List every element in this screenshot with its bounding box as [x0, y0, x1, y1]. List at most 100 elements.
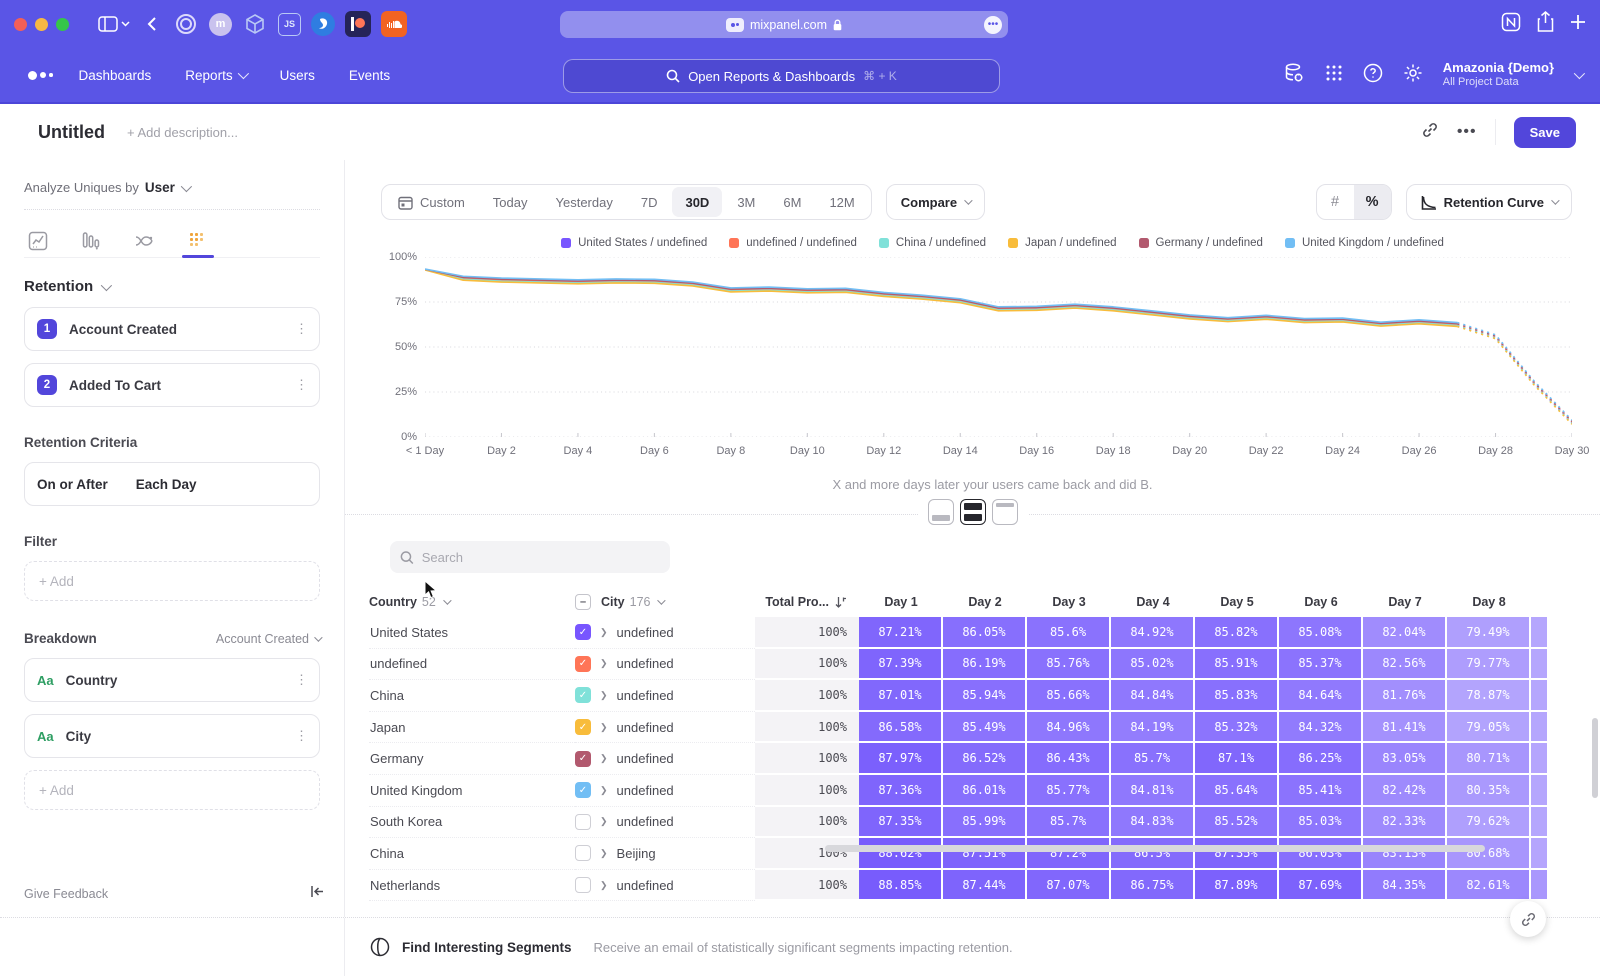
- day-5-cell[interactable]: 85.91%: [1195, 649, 1279, 681]
- day-header-5[interactable]: Day 5: [1195, 587, 1279, 617]
- day-4-cell[interactable]: 86.5%: [1111, 838, 1195, 870]
- expand-chevron-icon[interactable]: ❯: [600, 753, 608, 764]
- day-6-cell[interactable]: 84.64%: [1279, 680, 1363, 712]
- expand-chevron-icon[interactable]: ❯: [600, 627, 608, 638]
- day-header-8[interactable]: Day 8: [1447, 587, 1531, 617]
- country-cell[interactable]: Germany: [369, 743, 575, 775]
- absolute-numbers-toggle[interactable]: #: [1317, 185, 1354, 219]
- day-4-cell[interactable]: 85.02%: [1111, 649, 1195, 681]
- day-5-cell[interactable]: 85.52%: [1195, 807, 1279, 839]
- city-cell[interactable]: ✓❯undefined: [575, 712, 755, 744]
- day-2-cell[interactable]: 86.19%: [943, 649, 1027, 681]
- day-header-3[interactable]: Day 3: [1027, 587, 1111, 617]
- day-6-cell[interactable]: 84.32%: [1279, 712, 1363, 744]
- day-4-cell[interactable]: 84.81%: [1111, 775, 1195, 807]
- copy-link-icon[interactable]: [1421, 121, 1439, 144]
- day-6-cell[interactable]: 85.37%: [1279, 649, 1363, 681]
- day-header-2[interactable]: Day 2: [943, 587, 1027, 617]
- day-6-cell[interactable]: 85.03%: [1279, 807, 1363, 839]
- day-1-cell[interactable]: 87.36%: [859, 775, 943, 807]
- row-checkbox[interactable]: [575, 877, 591, 893]
- day-8-cell[interactable]: 80.35%: [1447, 775, 1531, 807]
- day-8-cell[interactable]: 80.71%: [1447, 743, 1531, 775]
- apps-grid-icon[interactable]: [1325, 64, 1343, 87]
- date-range-custom[interactable]: Custom: [385, 187, 478, 217]
- breakdown-add-button[interactable]: + Add: [24, 770, 320, 810]
- js-icon[interactable]: JS: [278, 13, 301, 36]
- day-6-cell[interactable]: 85.41%: [1279, 775, 1363, 807]
- country-cell[interactable]: China: [369, 680, 575, 712]
- address-bar[interactable]: mixpanel.com •••: [560, 11, 1008, 38]
- row-checkbox[interactable]: ✓: [575, 782, 591, 798]
- day-7-cell[interactable]: 81.41%: [1363, 712, 1447, 744]
- day-7-cell[interactable]: 81.76%: [1363, 680, 1447, 712]
- day-1-cell[interactable]: 87.01%: [859, 680, 943, 712]
- day-4-cell[interactable]: 84.19%: [1111, 712, 1195, 744]
- table-only-view-button[interactable]: [992, 499, 1018, 525]
- legend-item[interactable]: China / undefined: [879, 237, 986, 249]
- day-4-cell[interactable]: 84.83%: [1111, 807, 1195, 839]
- zoom-window-button[interactable]: [56, 18, 69, 31]
- sidebar-toggle-icon[interactable]: [98, 16, 118, 32]
- tab-retention[interactable]: [186, 224, 210, 257]
- horizontal-scrollbar[interactable]: [825, 845, 1485, 852]
- day-8-cell[interactable]: 80.68%: [1447, 838, 1531, 870]
- help-icon[interactable]: [1363, 63, 1383, 88]
- day-3-cell[interactable]: 85.6%: [1027, 617, 1111, 649]
- back-button-icon[interactable]: [147, 17, 156, 31]
- day-6-cell[interactable]: 86.25%: [1279, 743, 1363, 775]
- tab-funnels[interactable]: [80, 224, 102, 257]
- chart-type-dropdown[interactable]: Retention Curve: [1406, 184, 1572, 220]
- day-5-cell[interactable]: 87.1%: [1195, 743, 1279, 775]
- city-cell[interactable]: ❯Beijing: [575, 838, 755, 870]
- notion-icon[interactable]: [1501, 12, 1521, 37]
- soundcloud-icon[interactable]: [381, 11, 407, 37]
- analyze-value-dropdown[interactable]: User: [145, 180, 175, 195]
- day-6-cell[interactable]: 87.69%: [1279, 870, 1363, 902]
- day-4-cell[interactable]: 85.7%: [1111, 743, 1195, 775]
- day-2-cell[interactable]: 85.49%: [943, 712, 1027, 744]
- day-3-cell[interactable]: 85.66%: [1027, 680, 1111, 712]
- country-cell[interactable]: China: [369, 838, 575, 870]
- city-column-header[interactable]: –City176: [575, 587, 755, 617]
- day-3-cell[interactable]: 87.2%: [1027, 838, 1111, 870]
- cube-icon[interactable]: [242, 11, 268, 37]
- breakdown-item-city[interactable]: AaCity: [24, 714, 320, 758]
- settings-gear-icon[interactable]: [1403, 63, 1423, 88]
- city-cell[interactable]: ✓❯undefined: [575, 649, 755, 681]
- day-1-cell[interactable]: 87.97%: [859, 743, 943, 775]
- day-2-cell[interactable]: 85.94%: [943, 680, 1027, 712]
- breakdown-event-dropdown[interactable]: Account Created: [216, 632, 320, 646]
- day-7-cell[interactable]: 82.42%: [1363, 775, 1447, 807]
- day-2-cell[interactable]: 87.51%: [943, 838, 1027, 870]
- country-cell[interactable]: Japan: [369, 712, 575, 744]
- day-7-cell[interactable]: 82.33%: [1363, 807, 1447, 839]
- expand-chevron-icon[interactable]: ❯: [600, 880, 608, 891]
- percentage-toggle[interactable]: %: [1354, 185, 1391, 219]
- nav-item-events[interactable]: Events: [349, 68, 390, 83]
- row-checkbox[interactable]: [575, 845, 591, 861]
- day-8-cell[interactable]: 79.77%: [1447, 649, 1531, 681]
- day-8-cell[interactable]: 82.61%: [1447, 870, 1531, 902]
- city-cell[interactable]: ✓❯undefined: [575, 775, 755, 807]
- breakdown-menu-icon[interactable]: [295, 734, 307, 738]
- legend-item[interactable]: Japan / undefined: [1008, 237, 1116, 249]
- address-bar-more-icon[interactable]: •••: [984, 16, 1002, 34]
- city-cell[interactable]: ✓❯undefined: [575, 680, 755, 712]
- step-menu-icon[interactable]: [295, 383, 307, 387]
- expand-chevron-icon[interactable]: ❯: [600, 848, 608, 859]
- day-2-cell[interactable]: 87.44%: [943, 870, 1027, 902]
- data-management-icon[interactable]: [1283, 62, 1305, 89]
- day-header-6[interactable]: Day 6: [1279, 587, 1363, 617]
- retention-criteria-card[interactable]: On or After Each Day: [24, 462, 320, 506]
- window-controls[interactable]: [14, 18, 69, 31]
- date-range-12m[interactable]: 12M: [816, 187, 867, 217]
- total-column-header[interactable]: Total Pro...: [755, 587, 859, 617]
- day-5-cell[interactable]: 87.35%: [1195, 838, 1279, 870]
- legend-item[interactable]: undefined / undefined: [729, 237, 857, 249]
- day-7-cell[interactable]: 82.04%: [1363, 617, 1447, 649]
- day-5-cell[interactable]: 85.82%: [1195, 617, 1279, 649]
- day-3-cell[interactable]: 87.07%: [1027, 870, 1111, 902]
- day-8-cell[interactable]: 78.87%: [1447, 680, 1531, 712]
- chart-only-view-button[interactable]: [928, 499, 954, 525]
